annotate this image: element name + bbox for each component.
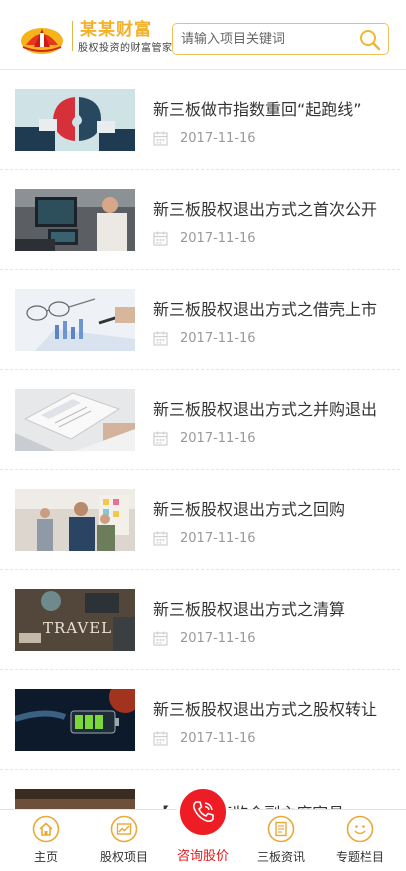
home-icon <box>32 815 60 843</box>
article-thumbnail[interactable] <box>15 189 135 251</box>
article-meta: 2017-11-16 <box>153 229 256 247</box>
document-icon <box>267 815 295 843</box>
tab-equity-projects[interactable]: 股权项目 <box>89 810 159 871</box>
phone-icon <box>192 801 214 823</box>
article-thumbnail[interactable] <box>15 489 135 551</box>
logo-slogan: 股权投资的财富管家 <box>78 43 173 54</box>
tab-label: 咨询股价 <box>176 849 229 864</box>
tab-label: 专题栏目 <box>335 850 384 864</box>
office-image <box>15 189 135 251</box>
calendar-icon <box>153 431 168 446</box>
logo[interactable]: 某某财富 股权投资的财富管家 <box>20 17 172 57</box>
header: 某某财富 股权投资的财富管家 <box>0 0 406 70</box>
article-meta: 2017-11-16 <box>153 129 256 147</box>
battery-image <box>15 689 135 751</box>
article-date: 2017-11-16 <box>180 430 256 446</box>
article-thumbnail[interactable] <box>15 289 135 351</box>
article-title[interactable]: 新三板股权退出方式之首次公开 <box>153 196 393 220</box>
consult-call-button[interactable] <box>177 786 229 838</box>
list-item[interactable]: TRAVEL 新三板股权退出方式之清算 2017-11-16 <box>0 570 400 670</box>
svg-text:TRAVEL: TRAVEL <box>43 619 112 637</box>
calendar-icon <box>153 631 168 646</box>
calendar-icon <box>153 231 168 246</box>
article-thumbnail[interactable] <box>15 389 135 451</box>
article-title[interactable]: 新三板股权退出方式之并购退出 <box>153 396 393 420</box>
article-thumbnail[interactable]: TRAVEL <box>15 589 135 651</box>
search-input[interactable] <box>181 25 351 53</box>
tab-home[interactable]: 主页 <box>11 810 81 871</box>
list-item[interactable]: 新三板股权退出方式之首次公开 2017-11-16 <box>0 170 400 270</box>
article-thumbnail[interactable] <box>15 89 135 151</box>
tab-label: 三板资讯 <box>256 850 305 864</box>
logo-divider <box>72 21 73 51</box>
article-meta: 2017-11-16 <box>153 529 256 547</box>
search-icon[interactable] <box>358 28 382 52</box>
tab-label: 股权项目 <box>99 850 148 864</box>
article-title[interactable]: 新三板做市指数重回“起跑线” <box>153 96 393 120</box>
calendar-icon <box>153 131 168 146</box>
article-meta: 2017-11-16 <box>153 629 256 647</box>
glasses-image <box>15 289 135 351</box>
article-title[interactable]: 新三板股权退出方式之股权转让 <box>153 696 393 720</box>
list-item[interactable]: 新三板股权退出方式之并购退出 2017-11-16 <box>0 370 400 470</box>
article-list: 新三板做市指数重回“起跑线” 2017-11-16 新三板股权退出方式之首次公开… <box>0 70 406 851</box>
article-title[interactable]: 新三板股权退出方式之清算 <box>153 596 393 620</box>
laptop-image <box>15 389 135 451</box>
list-item[interactable]: 新三板股权退出方式之股权转让 2017-11-16 <box>0 670 400 770</box>
article-date: 2017-11-16 <box>180 530 256 546</box>
calendar-icon <box>153 731 168 746</box>
tab-label: 主页 <box>33 850 58 864</box>
logo-name: 某某财富 <box>80 20 152 40</box>
search-box <box>172 23 389 55</box>
puzzle-image <box>15 89 135 151</box>
travel-image: TRAVEL <box>15 589 135 651</box>
article-date: 2017-11-16 <box>180 330 256 346</box>
meeting-image <box>15 489 135 551</box>
chart-icon <box>110 815 138 843</box>
article-date: 2017-11-16 <box>180 630 256 646</box>
calendar-icon <box>153 531 168 546</box>
logo-icon <box>21 28 63 54</box>
list-item[interactable]: 新三板做市指数重回“起跑线” 2017-11-16 <box>0 70 400 170</box>
smile-icon <box>346 815 374 843</box>
calendar-icon <box>153 331 168 346</box>
list-item[interactable]: 新三板股权退出方式之回购 2017-11-16 <box>0 470 400 570</box>
article-date: 2017-11-16 <box>180 730 256 746</box>
tab-board-news[interactable]: 三板资讯 <box>246 810 316 871</box>
article-meta: 2017-11-16 <box>153 729 256 747</box>
list-item[interactable]: 新三板股权退出方式之借壳上市 2017-11-16 <box>0 270 400 370</box>
tab-topics[interactable]: 专题栏目 <box>325 810 395 871</box>
article-thumbnail[interactable] <box>15 689 135 751</box>
article-title[interactable]: 新三板股权退出方式之借壳上市 <box>153 296 393 320</box>
article-meta: 2017-11-16 <box>153 429 256 447</box>
article-date: 2017-11-16 <box>180 130 256 146</box>
article-date: 2017-11-16 <box>180 230 256 246</box>
article-title[interactable]: 新三板股权退出方式之回购 <box>153 496 393 520</box>
article-meta: 2017-11-16 <box>153 329 256 347</box>
